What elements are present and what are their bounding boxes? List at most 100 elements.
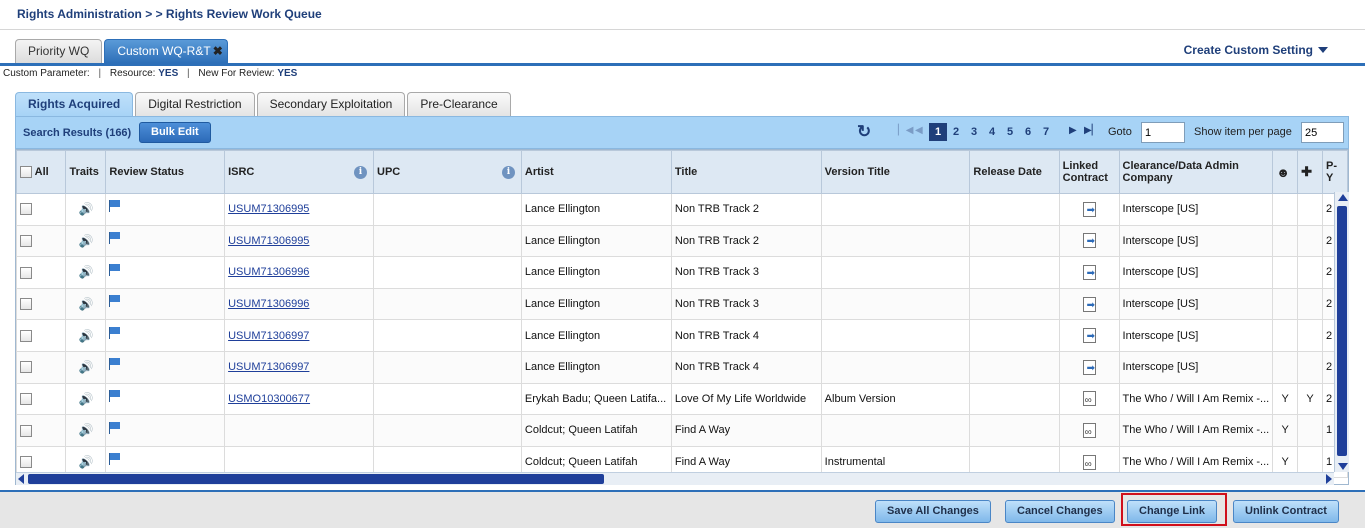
row-checkbox[interactable] — [20, 456, 32, 469]
flag-icon[interactable] — [109, 263, 121, 276]
flag-icon[interactable] — [109, 231, 121, 244]
table-row[interactable]: 🔊 USUM71306996 Lance Ellington Non TRB Trac… — [16, 256, 1348, 289]
speaker-icon[interactable]: 🔊 — [78, 234, 93, 248]
row-checkbox[interactable] — [20, 392, 32, 405]
flag-icon[interactable] — [109, 421, 121, 434]
prev-page-icon[interactable]: ◀ — [915, 125, 923, 136]
column-title[interactable]: Title — [670, 150, 822, 194]
document-chain-icon[interactable] — [1082, 454, 1096, 470]
column-add[interactable]: ✚ — [1297, 150, 1324, 194]
speaker-icon[interactable]: 🔊 — [78, 297, 93, 311]
flag-icon[interactable] — [109, 358, 121, 371]
document-link-icon[interactable] — [1082, 359, 1096, 375]
column-traits[interactable]: Traits — [65, 150, 107, 194]
tab-priority-wq[interactable]: Priority WQ — [15, 39, 103, 63]
first-page-icon[interactable]: ▏◀ — [898, 125, 913, 136]
table-row[interactable]: 🔊 Coldcut; Queen LatifahFind A Way The Who… — [16, 414, 1348, 447]
speaker-icon[interactable]: 🔊 — [78, 265, 93, 279]
scroll-left-icon[interactable] — [18, 474, 24, 484]
flag-icon[interactable] — [109, 200, 121, 213]
flag-icon[interactable] — [109, 326, 121, 339]
row-checkbox[interactable] — [20, 203, 32, 216]
page-2[interactable]: 2 — [947, 123, 965, 141]
scroll-thumb[interactable] — [1337, 206, 1347, 456]
document-chain-icon[interactable] — [1082, 391, 1096, 407]
row-checkbox[interactable] — [20, 329, 32, 342]
isrc-link[interactable]: USUM71306995 — [228, 235, 309, 247]
table-row[interactable]: 🔊 USUM71306995 Lance Ellington Non TRB Trac… — [16, 224, 1348, 258]
column-version-title[interactable]: Version Title — [820, 150, 971, 194]
isrc-link[interactable]: USUM71306996 — [228, 298, 309, 310]
table-row[interactable]: 🔊 USUM71306995 Lance Ellington Non TRB Trac… — [16, 193, 1348, 226]
refresh-icon[interactable]: ↻ — [857, 123, 875, 141]
breadcrumb[interactable]: Rights Administration > > Rights Review … — [17, 7, 322, 21]
tab-custom-wq[interactable]: Custom WQ-R&T ✖ — [104, 39, 228, 63]
tab-pre-clearance[interactable]: Pre-Clearance — [407, 92, 511, 116]
page-1[interactable]: 1 — [929, 123, 947, 141]
select-all-checkbox[interactable] — [20, 166, 32, 179]
isrc-link[interactable]: USUM71306997 — [228, 361, 309, 373]
document-link-icon[interactable] — [1082, 328, 1096, 344]
next-page-icon[interactable]: ▶ — [1069, 125, 1077, 136]
scroll-up-icon[interactable] — [1338, 194, 1348, 201]
bulk-edit-button[interactable]: Bulk Edit — [139, 122, 211, 143]
scroll-thumb[interactable] — [28, 474, 604, 484]
last-page-icon[interactable]: ▶▏ — [1084, 125, 1099, 136]
tab-secondary-exploitation[interactable]: Secondary Exploitation — [256, 92, 406, 116]
isrc-link[interactable]: USMO10300677 — [228, 393, 310, 405]
speaker-icon[interactable]: 🔊 — [78, 392, 93, 406]
speaker-icon[interactable]: 🔊 — [78, 455, 93, 469]
tab-digital-restriction[interactable]: Digital Restriction — [135, 92, 255, 116]
row-checkbox[interactable] — [20, 266, 32, 279]
column-upc[interactable]: UPC i — [373, 150, 522, 194]
flag-icon[interactable] — [109, 389, 121, 402]
page-3[interactable]: 3 — [965, 123, 983, 141]
unlink-contract-button[interactable]: Unlink Contract — [1233, 500, 1339, 523]
horizontal-scrollbar[interactable] — [16, 472, 1334, 485]
column-release-date[interactable]: Release Date — [969, 150, 1060, 194]
isrc-link[interactable]: USUM71306997 — [228, 330, 309, 342]
column-py[interactable]: P-Y — [1322, 150, 1348, 194]
save-all-changes-button[interactable]: Save All Changes — [875, 500, 991, 523]
document-link-icon[interactable] — [1082, 264, 1096, 280]
column-clearance-company[interactable]: Clearance/Data Admin Company — [1118, 150, 1274, 194]
page-5[interactable]: 5 — [1001, 123, 1019, 141]
page-6[interactable]: 6 — [1019, 123, 1037, 141]
flag-icon[interactable] — [109, 295, 121, 308]
document-link-icon[interactable] — [1082, 233, 1096, 249]
document-chain-icon[interactable] — [1082, 422, 1096, 438]
column-review-status[interactable]: Review Status — [105, 150, 226, 194]
speaker-icon[interactable]: 🔊 — [78, 202, 93, 216]
row-checkbox[interactable] — [20, 298, 32, 311]
document-link-icon[interactable] — [1082, 201, 1096, 217]
scroll-down-icon[interactable] — [1338, 463, 1348, 470]
flag-icon[interactable] — [109, 453, 121, 466]
document-link-icon[interactable] — [1082, 296, 1096, 312]
isrc-link[interactable]: USUM71306996 — [228, 266, 309, 278]
table-row[interactable]: 🔊 USUM71306997 Lance Ellington Non TRB Trac… — [16, 319, 1348, 352]
column-linked-contract[interactable]: Linked Contract — [1058, 150, 1120, 194]
row-checkbox[interactable] — [20, 361, 32, 374]
speaker-icon[interactable]: 🔊 — [78, 423, 93, 437]
column-isrc[interactable]: ISRC i — [224, 150, 375, 194]
row-checkbox[interactable] — [20, 234, 32, 247]
table-row[interactable]: 🔊 USMO10300677 Erykah Badu; Queen Latifa..… — [16, 382, 1348, 416]
create-custom-setting-menu[interactable]: Create Custom Setting — [1184, 43, 1328, 57]
page-4[interactable]: 4 — [983, 123, 1001, 141]
scroll-right-icon[interactable] — [1326, 474, 1332, 484]
info-icon[interactable]: i — [354, 166, 368, 179]
cancel-changes-button[interactable]: Cancel Changes — [1005, 500, 1115, 523]
goto-page-input[interactable] — [1141, 122, 1185, 143]
row-checkbox[interactable] — [20, 424, 32, 437]
table-row[interactable]: 🔊 USUM71306997 Lance Ellington Non TRB Trac… — [16, 350, 1348, 384]
column-users[interactable]: ☻ — [1272, 150, 1299, 194]
isrc-link[interactable]: USUM71306995 — [228, 203, 309, 215]
info-icon[interactable]: i — [501, 166, 515, 179]
close-icon[interactable]: ✖ — [213, 44, 223, 58]
tab-rights-acquired[interactable]: Rights Acquired — [15, 92, 134, 116]
speaker-icon[interactable]: 🔊 — [78, 329, 93, 343]
page-7[interactable]: 7 — [1037, 123, 1055, 141]
table-row[interactable]: 🔊 USUM71306996 Lance Ellington Non TRB Trac… — [16, 287, 1348, 321]
column-artist[interactable]: Artist — [520, 150, 672, 194]
speaker-icon[interactable]: 🔊 — [78, 360, 93, 374]
